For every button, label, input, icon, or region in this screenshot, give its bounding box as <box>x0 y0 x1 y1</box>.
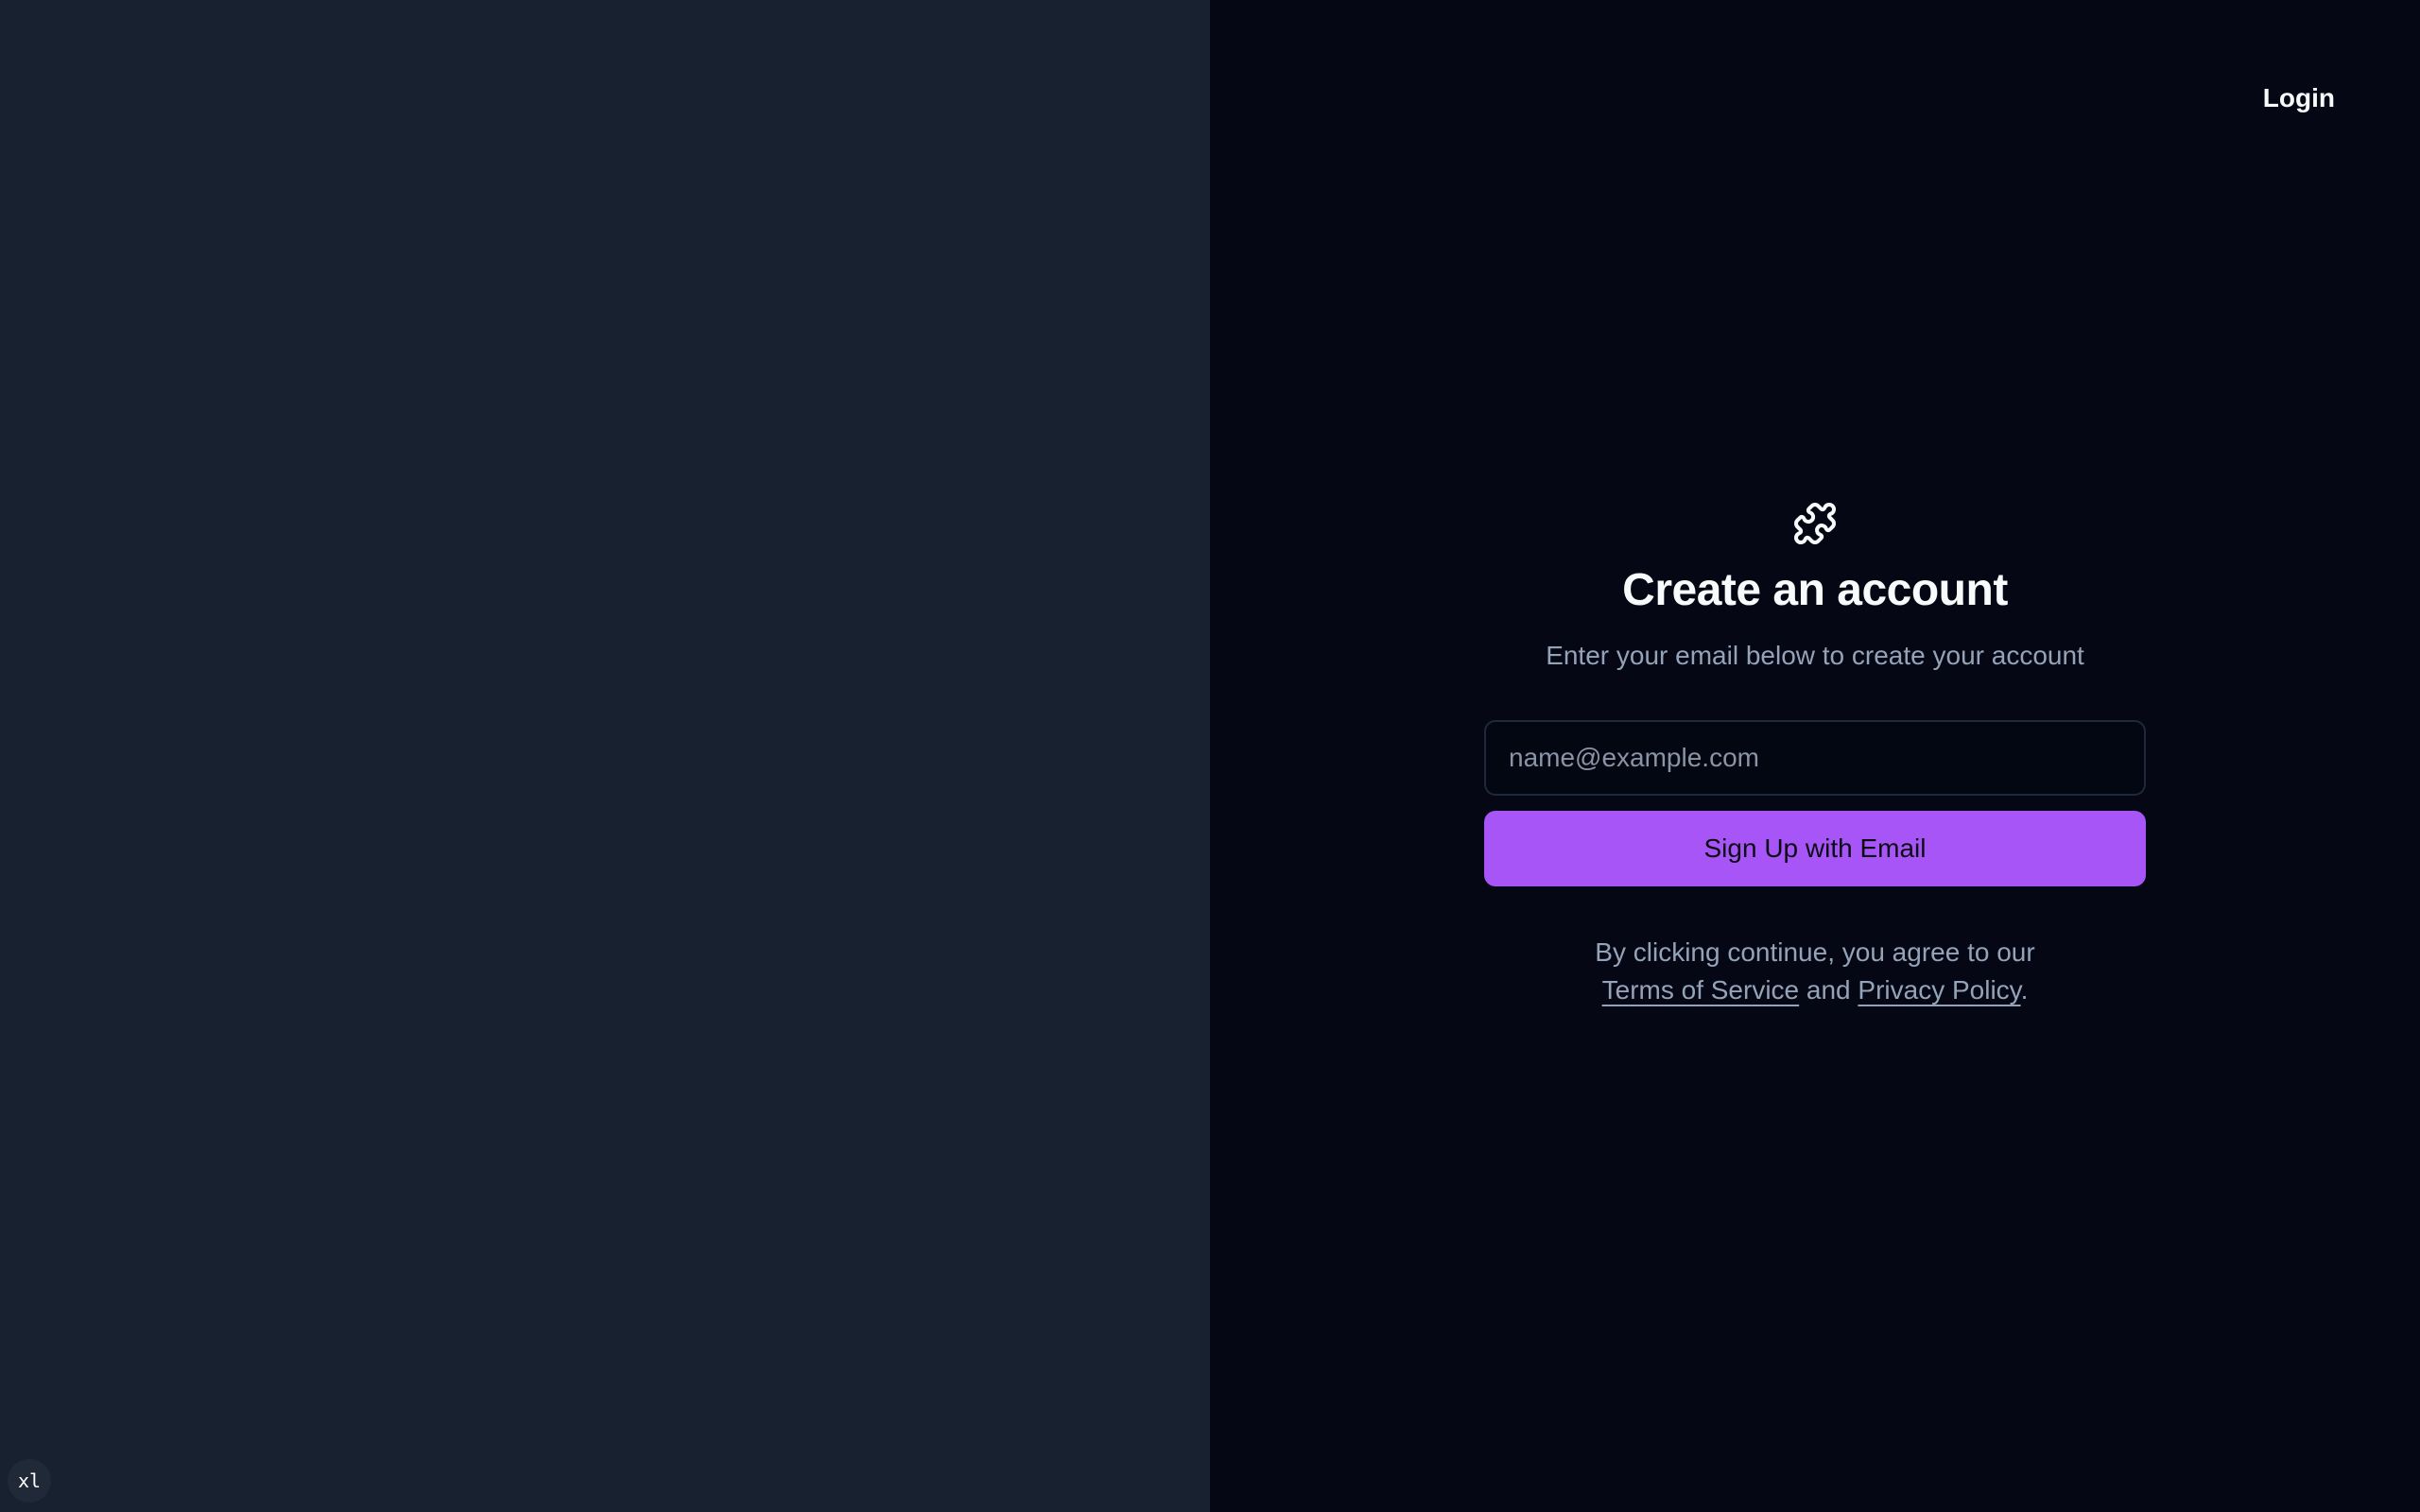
page-title: Create an account <box>1622 565 2008 615</box>
sign-up-with-email-button[interactable]: Sign Up with Email <box>1484 810 2146 886</box>
right-panel: Login Create an account Enter your email… <box>1210 0 2420 1512</box>
legal-suffix: . <box>2020 974 2029 1005</box>
privacy-policy-link[interactable]: Privacy Policy <box>1858 975 2020 1005</box>
legal-conjunction: and <box>1806 974 1851 1005</box>
breakpoint-indicator: xl <box>8 1459 51 1503</box>
page-subtitle: Enter your email below to create your ac… <box>1546 640 2084 670</box>
legal-prefix: By clicking continue, you agree to our <box>1595 936 2035 967</box>
signup-form: Create an account Enter your email below… <box>1484 501 2146 1036</box>
legal-notice: By clicking continue, you agree to our Te… <box>1484 934 2146 1009</box>
email-input[interactable] <box>1484 719 2146 796</box>
left-panel: xl <box>0 0 1210 1512</box>
login-link[interactable]: Login <box>2240 72 2358 125</box>
terms-of-service-link[interactable]: Terms of Service <box>1602 975 1800 1005</box>
puzzle-icon <box>1793 502 1837 545</box>
page: xl Login Create an account Enter your em… <box>0 0 2420 1512</box>
